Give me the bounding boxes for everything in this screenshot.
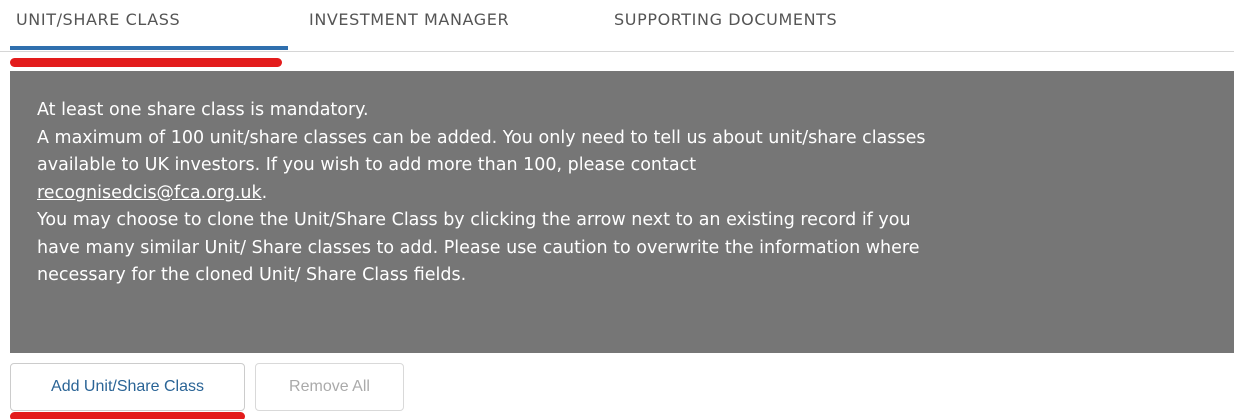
tab-highlight-annotation <box>10 58 282 67</box>
tab-unit-share-class[interactable]: UNIT/SHARE CLASS <box>16 10 180 29</box>
add-unit-share-class-button[interactable]: Add Unit/Share Class <box>10 363 245 411</box>
tab-bar: UNIT/SHARE CLASS INVESTMENT MANAGER SUPP… <box>0 0 1234 52</box>
info-maximum-text: A maximum of 100 unit/share classes can … <box>37 127 926 148</box>
info-clone-text-1: You may choose to clone the Unit/Share C… <box>37 210 911 230</box>
info-panel: At least one share class is mandatory. A… <box>10 71 1234 353</box>
info-clone-text-3: necessary for the cloned Unit/ Share Cla… <box>37 265 467 285</box>
info-contact-line: recognisedcis@fca.org.uk. <box>37 180 1222 208</box>
remove-all-button[interactable]: Remove All <box>255 363 404 411</box>
tab-investment-manager[interactable]: INVESTMENT MANAGER <box>309 10 509 29</box>
info-mandatory-text: At least one share class is mandatory. <box>37 100 369 120</box>
tab-supporting-documents[interactable]: SUPPORTING DOCUMENTS <box>614 10 837 29</box>
info-clone-text-2: have many similar Unit/ Share classes to… <box>37 237 920 258</box>
active-tab-indicator <box>10 46 288 50</box>
page: UNIT/SHARE CLASS INVESTMENT MANAGER SUPP… <box>0 0 1234 419</box>
contact-email-suffix: . <box>261 182 268 203</box>
contact-email-link[interactable]: recognisedcis@fca.org.uk <box>37 183 262 203</box>
info-uk-investors-text: available to UK investors. If you wish t… <box>37 155 697 175</box>
button-highlight-annotation <box>10 412 245 419</box>
